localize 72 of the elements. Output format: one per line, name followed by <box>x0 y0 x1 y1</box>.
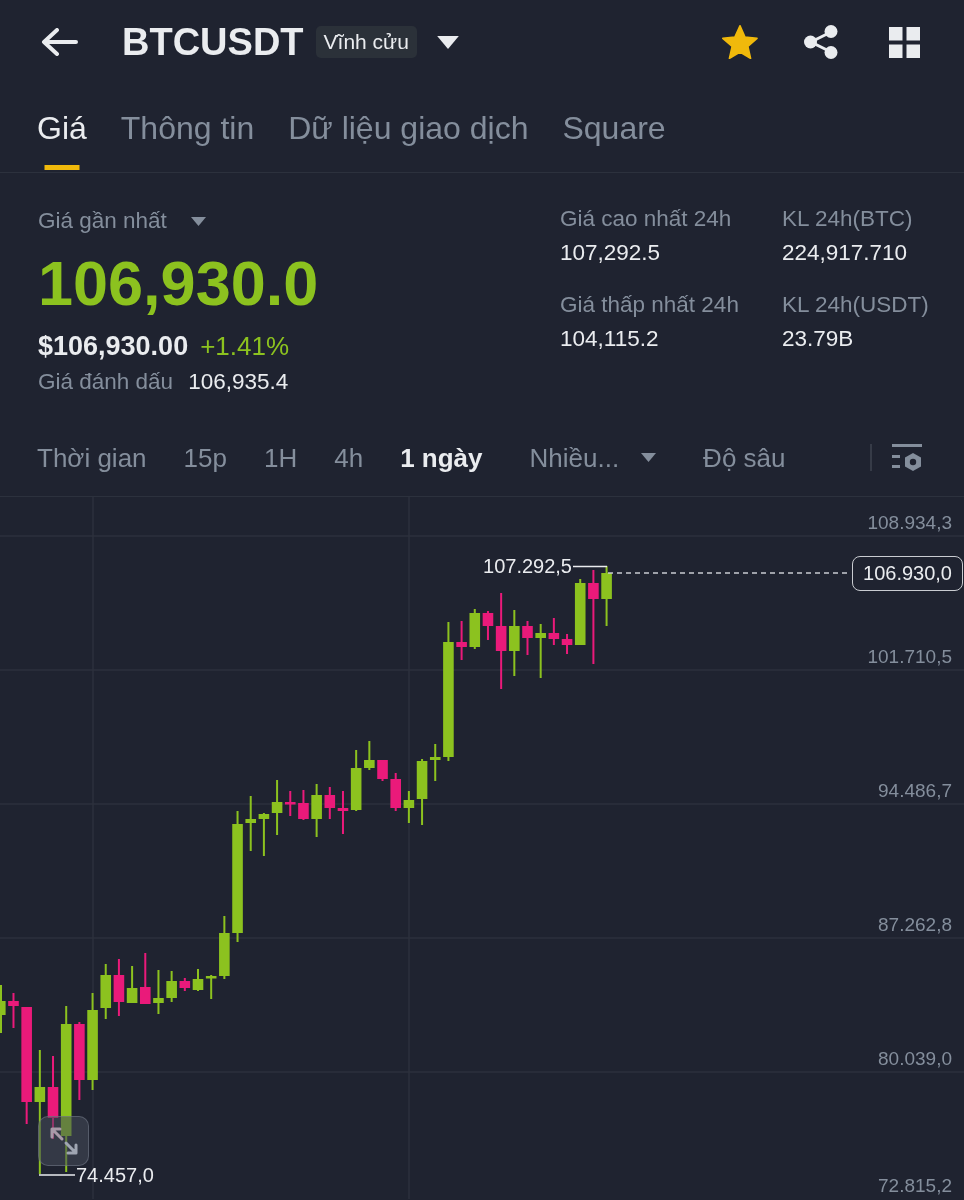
share-icon[interactable] <box>804 25 838 59</box>
price-axis-label: 101.710,5 <box>867 645 952 669</box>
candle <box>100 964 112 1019</box>
price-axis-label: 72.815,2 <box>878 1174 952 1198</box>
candle <box>377 760 388 781</box>
candle <box>298 790 309 820</box>
last-price-tag: 106.930,0 <box>852 556 963 591</box>
caret-icon[interactable] <box>436 35 459 49</box>
price-axis-label: 80.039,0 <box>878 1047 952 1071</box>
stat-value: 224,917.710 <box>782 239 908 267</box>
stat-value: 104,115.2 <box>560 325 659 353</box>
candle <box>337 791 349 834</box>
candle <box>140 953 151 1004</box>
high-price-label: 107.292,5 <box>483 554 572 578</box>
expand-button[interactable] <box>38 1116 89 1166</box>
star-icon[interactable] <box>722 25 758 59</box>
caret-icon <box>641 453 657 462</box>
price-axis-label: 108.934,3 <box>867 511 952 535</box>
low-price-label: 74.457,0 <box>76 1163 154 1187</box>
candle <box>509 610 520 676</box>
high-price-line <box>572 565 608 568</box>
candle <box>535 624 546 678</box>
stat-label: Giá thấp nhất 24h <box>560 291 739 319</box>
candle <box>0 985 6 1033</box>
depth-tab[interactable]: Độ sâu <box>703 441 786 474</box>
tab[interactable]: Square <box>562 84 666 172</box>
interval-tab[interactable]: 1H <box>263 441 298 474</box>
candle <box>456 621 467 660</box>
candle <box>601 566 612 626</box>
candle <box>548 618 560 645</box>
interval-tab[interactable]: Thời gian <box>37 441 147 474</box>
stat-label: KL 24h(USDT) <box>782 291 929 319</box>
usd-price: $106,930.00 <box>38 331 189 361</box>
more-intervals-dropdown[interactable]: Nhiều... <box>529 441 657 474</box>
stat-label: KL 24h(BTC) <box>782 205 913 233</box>
candle <box>153 970 164 1014</box>
expand-icon <box>48 1126 79 1156</box>
candle <box>245 796 256 851</box>
contract-type-badge: Vĩnh cửu <box>315 26 417 58</box>
back-arrow-icon[interactable] <box>40 28 78 56</box>
candle <box>390 773 401 811</box>
stat-value: 107,292.5 <box>560 239 661 267</box>
tab[interactable]: Giá <box>37 84 87 172</box>
candle <box>324 787 336 819</box>
tab[interactable]: Thông tin <box>120 84 255 172</box>
candle <box>205 975 217 999</box>
interval-tab[interactable]: 4h <box>334 441 364 474</box>
settings-icon[interactable] <box>892 442 922 473</box>
mark-price-label: Giá đánh dấu <box>38 368 174 396</box>
price-change: +1.41% <box>200 331 290 361</box>
stat-value: 23.79B <box>782 325 854 353</box>
price-axis-label: 87.262,8 <box>878 913 952 937</box>
last-price: 106,930.0 <box>38 247 319 319</box>
last-price-label: Giá gần nhất <box>38 207 167 235</box>
price-axis-label: 94.486,7 <box>878 779 952 803</box>
interval-tab[interactable]: 1 ngày <box>400 441 483 474</box>
interval-tab[interactable]: 15p <box>183 441 227 474</box>
candle <box>311 784 322 837</box>
candle <box>522 621 533 655</box>
candle <box>258 813 270 856</box>
candle <box>364 741 375 770</box>
low-price-line <box>38 1174 76 1176</box>
mark-price: 106,935.4 <box>188 368 289 396</box>
symbol-title: BTCUSDT <box>122 20 304 64</box>
candle <box>8 993 19 1028</box>
candle <box>219 916 230 979</box>
candle <box>469 609 481 649</box>
grid-icon[interactable] <box>889 26 920 58</box>
candle <box>350 750 362 811</box>
tab[interactable]: Dữ liệu giao dịch <box>288 84 529 172</box>
candle <box>166 971 177 1002</box>
stat-label: Giá cao nhất 24h <box>560 205 732 233</box>
